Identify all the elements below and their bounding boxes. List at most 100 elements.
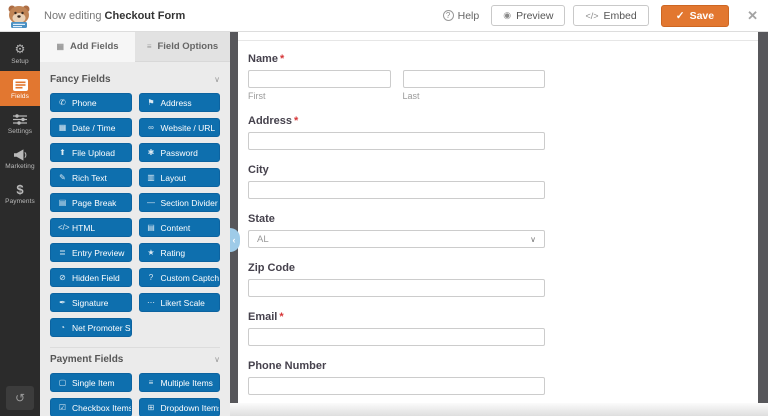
field-button-signature[interactable]: ✒Signature (50, 293, 132, 312)
field-button-label: Entry Preview (72, 248, 124, 258)
email-input[interactable] (248, 328, 545, 346)
embed-button[interactable]: </> Embed (573, 5, 648, 26)
history-undo-icon[interactable]: ↺ (6, 386, 34, 410)
field-button-password[interactable]: ✱Password (139, 143, 221, 162)
field-label: City (248, 164, 545, 176)
canvas-bottom-edge (230, 403, 768, 416)
form-field-name[interactable]: Name*FirstLast (248, 53, 545, 101)
zip-code-input[interactable] (248, 279, 545, 297)
close-icon[interactable]: ✕ (747, 8, 758, 24)
form-field-address[interactable]: Address* (248, 115, 545, 150)
entry-preview-icon: ≣ (58, 248, 67, 257)
field-button-section-divider[interactable]: —Section Divider (139, 193, 221, 212)
gauge-icon: ◔ (58, 323, 67, 332)
field-button-single-item[interactable]: ▢ Single Item (50, 373, 132, 392)
field-button-label: Likert Scale (161, 298, 205, 308)
form-field-phone-number[interactable]: Phone Number (248, 360, 545, 395)
field-button-content[interactable]: ▤Content (139, 218, 221, 237)
likert-icon: ⋯ (147, 298, 156, 307)
multiple-items-icon: ≡ (147, 378, 156, 387)
star-icon: ★ (147, 248, 156, 257)
field-button-custom-captcha[interactable]: ?Custom Captcha (139, 268, 221, 287)
help-link[interactable]: ? Help (443, 10, 480, 22)
field-button-html[interactable]: </>HTML (50, 218, 132, 237)
eye-slash-icon: ⊘ (58, 273, 67, 282)
tab-label: Field Options (157, 41, 218, 52)
required-asterisk: * (294, 115, 298, 127)
pencil-icon: ✎ (58, 173, 67, 182)
chevron-down-icon: ∨ (214, 75, 220, 84)
city-input[interactable] (248, 181, 545, 199)
sidebar-item-marketing[interactable]: Marketing (0, 141, 40, 176)
upload-icon: ⬆ (58, 148, 67, 157)
field-button-label: HTML (72, 223, 95, 233)
field-button-hidden-field[interactable]: ⊘Hidden Field (50, 268, 132, 287)
field-button-rich-text[interactable]: ✎Rich Text (50, 168, 132, 187)
fields-panel: ▦Add Fields≡Field Options Fancy Fields∨✆… (40, 32, 230, 416)
first-name-input[interactable] (248, 70, 391, 88)
field-button-label: Website / URL (161, 123, 216, 133)
preview-button[interactable]: ◉ Preview (491, 5, 565, 26)
field-button-label: Phone (72, 98, 97, 108)
fields-list-icon (13, 78, 28, 92)
field-button-file-upload[interactable]: ⬆File Upload (50, 143, 132, 162)
field-button-rating[interactable]: ★Rating (139, 243, 221, 262)
field-button-layout[interactable]: ▥Layout (139, 168, 221, 187)
code-icon: </> (585, 11, 598, 21)
field-button-label: Multiple Items (161, 378, 213, 388)
help-icon: ? (443, 10, 454, 21)
checkbox-icon: ☑ (58, 403, 67, 412)
field-label: Address* (248, 115, 545, 127)
dropdown-icon: ⊞ (147, 403, 156, 412)
chevron-left-icon: ‹ (233, 235, 236, 245)
field-button-page-break[interactable]: ▤Page Break (50, 193, 132, 212)
sidebar-item-setup[interactable]: ⚙Setup (0, 36, 40, 71)
field-button-label: Net Promoter Score (72, 323, 132, 333)
tab-label: Add Fields (70, 41, 119, 52)
tab-field-options[interactable]: ≡Field Options (135, 32, 230, 62)
field-label: Email* (248, 311, 545, 323)
field-button-label: Custom Captcha (161, 273, 221, 283)
field-button-label: Content (161, 223, 191, 233)
section-header-payment-fields[interactable]: Payment Fields ∨ (50, 354, 220, 365)
sidebar-item-label: Marketing (5, 163, 34, 170)
field-button-address[interactable]: ⚑Address (139, 93, 221, 112)
field-button-phone[interactable]: ✆Phone (50, 93, 132, 112)
preview-area: Name*FirstLast Address* City StateAL∨ Zip Co… (230, 32, 768, 416)
section-header-fancy-fields[interactable]: Fancy Fields ∨ (50, 74, 220, 85)
form-field-city[interactable]: City (248, 164, 545, 199)
field-button-checkbox-items[interactable]: ☑Checkbox Items (50, 398, 132, 416)
select-value: AL (257, 234, 269, 245)
form-field-email[interactable]: Email* (248, 311, 545, 346)
field-button-dropdown-items[interactable]: ⊞Dropdown Items (139, 398, 221, 416)
field-button-likert-scale[interactable]: ⋯ Likert Scale (139, 293, 221, 312)
field-button-net-promoter-score[interactable]: ◔ Net Promoter Score (50, 318, 132, 337)
sidebar-item-label: Setup (11, 58, 29, 65)
tab-add-fields[interactable]: ▦Add Fields (40, 32, 135, 62)
chevron-down-icon: ∨ (214, 355, 220, 364)
form-field-state[interactable]: StateAL∨ (248, 213, 545, 248)
form-field-zip-code[interactable]: Zip Code (248, 262, 545, 297)
field-button-multiple-items[interactable]: ≡ Multiple Items (139, 373, 221, 392)
sidebar-item-settings[interactable]: Settings (0, 106, 40, 141)
last-name-input[interactable] (403, 70, 546, 88)
section-title: Payment Fields (50, 354, 123, 365)
field-button-label: Single Item (72, 378, 115, 388)
dollar-icon: $ (16, 183, 23, 197)
field-label: Phone Number (248, 360, 545, 372)
section-title: Fancy Fields (50, 74, 111, 85)
sidebar-item-fields[interactable]: Fields (0, 71, 40, 106)
field-button-date-time[interactable]: ▦Date / Time (50, 118, 132, 137)
single-item-icon: ▢ (58, 378, 67, 387)
top-bar: Now editing Checkout Form ? Help ◉ Previ… (0, 0, 768, 32)
phone-number-input[interactable] (248, 377, 545, 395)
field-button-entry-preview[interactable]: ≣ Entry Preview (50, 243, 132, 262)
field-button-website-url[interactable]: ∞Website / URL (139, 118, 221, 137)
state-select[interactable]: AL∨ (248, 230, 545, 248)
panel-body: Fancy Fields ∨ ✆Phone ⚑Address ▦Date / Time ∞… (40, 62, 230, 416)
save-button[interactable]: ✓ Save (661, 5, 729, 27)
eye-icon: ◉ (503, 10, 511, 21)
address-input[interactable] (248, 132, 545, 150)
sidebar-item-payments[interactable]: $Payments (0, 176, 40, 211)
megaphone-icon (13, 148, 27, 162)
